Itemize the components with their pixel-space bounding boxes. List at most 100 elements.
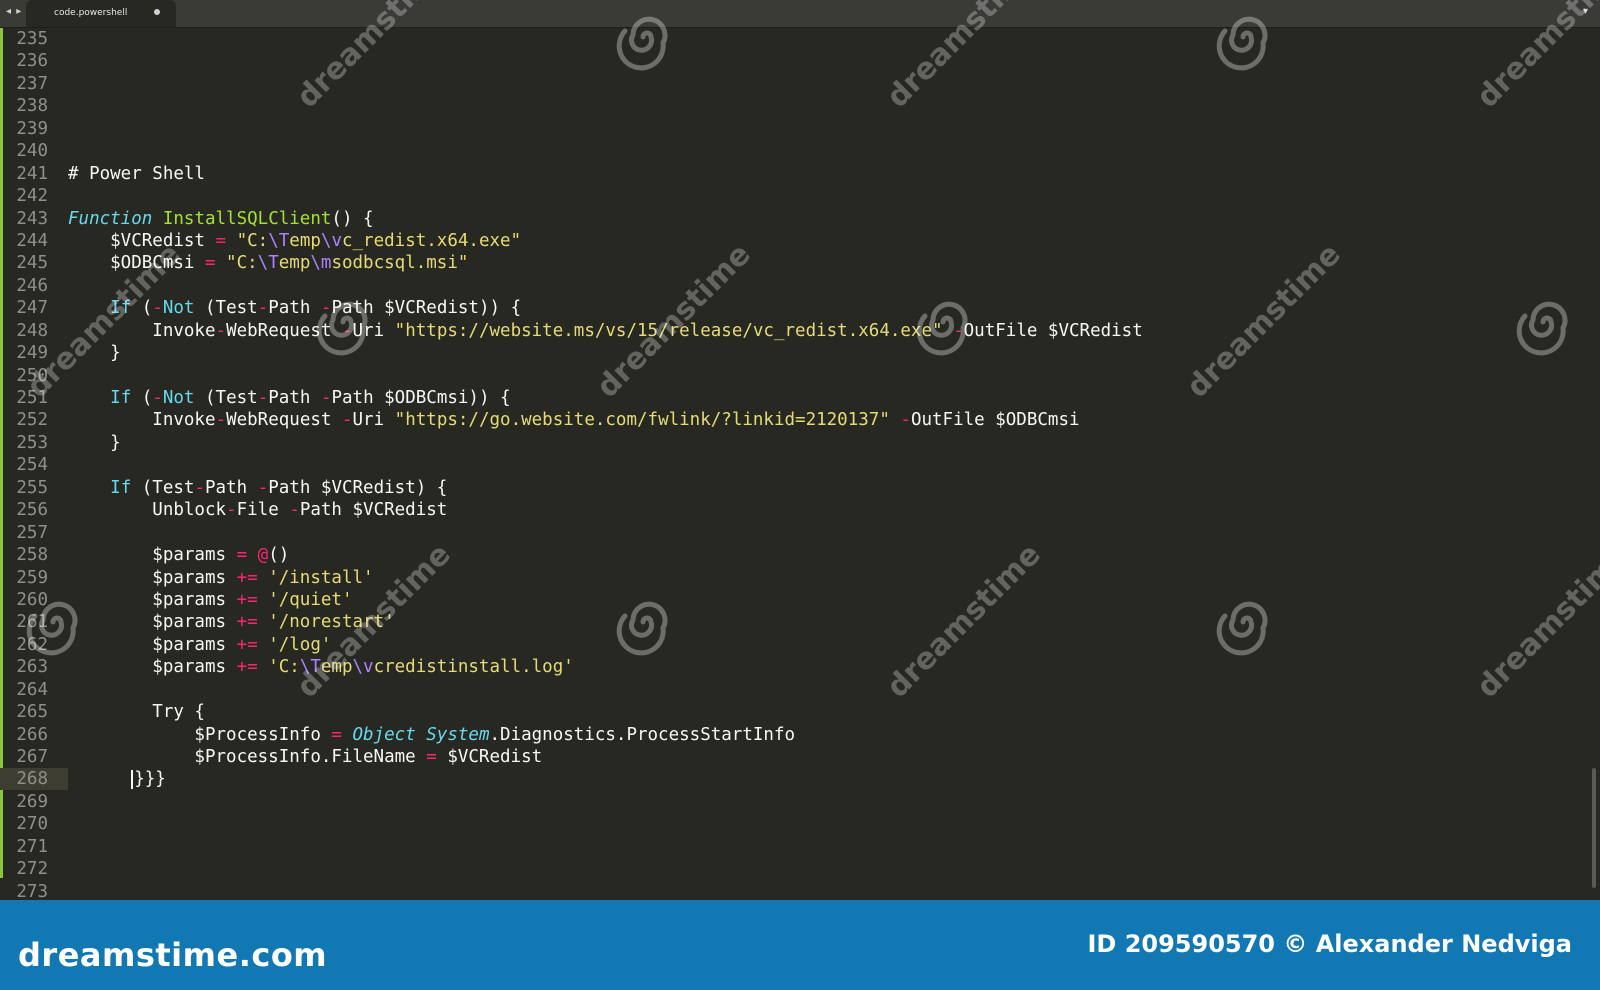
code-token: '/norestart' bbox=[268, 612, 395, 633]
code-line[interactable]: 249 } bbox=[0, 342, 1143, 364]
footer-logo: dreamstime.com bbox=[18, 936, 328, 974]
code-line[interactable]: 243 Function InstallSQLClient() { bbox=[0, 208, 1143, 230]
line-number: 266 bbox=[16, 724, 48, 745]
line-code: Function InstallSQLClient() { bbox=[68, 209, 374, 229]
code-token: $ProcessInfo bbox=[68, 724, 332, 745]
code-line[interactable]: 236 bbox=[0, 50, 1143, 72]
code-line[interactable]: 259 $params += '/install' bbox=[0, 567, 1143, 589]
code-line[interactable]: 256 Unblock-File -Path $VCRedist bbox=[0, 499, 1143, 521]
code-line[interactable]: 235 bbox=[0, 28, 1143, 50]
line-code: Invoke-WebRequest -Uri "https://website.… bbox=[68, 320, 1143, 341]
code-line[interactable]: 269 bbox=[0, 791, 1143, 813]
code-line[interactable]: 238 bbox=[0, 95, 1143, 117]
code-token: $VCRedist bbox=[68, 230, 216, 251]
code-token: += bbox=[236, 657, 258, 678]
code-token: "C: bbox=[215, 253, 258, 274]
code-line[interactable]: 273 bbox=[0, 881, 1143, 900]
code-line[interactable]: 267 $ProcessInfo.FileName = $VCRedist bbox=[0, 746, 1143, 768]
code-token: Path bbox=[268, 298, 321, 319]
code-line[interactable]: 250 bbox=[0, 365, 1143, 387]
code-line[interactable]: 239 bbox=[0, 118, 1143, 140]
code-token: - bbox=[152, 388, 163, 408]
line-number: 235 bbox=[16, 29, 48, 49]
line-code: $params += '/log' bbox=[68, 635, 331, 655]
code-line[interactable]: 242 bbox=[0, 185, 1143, 207]
scrollbar[interactable] bbox=[1592, 768, 1596, 888]
code-token: OutFile $ODBCmsi bbox=[910, 410, 1080, 431]
line-code: $ODBCmsi = "C:\Temp\msodbcsql.msi" bbox=[68, 253, 468, 273]
code-token: System bbox=[426, 724, 490, 745]
line-number: 260 bbox=[16, 589, 48, 610]
tab-dropdown-icon[interactable]: ▾ bbox=[1583, 6, 1588, 17]
tab-code-powershell[interactable]: code.powershell bbox=[26, 0, 176, 27]
code-token: '/quiet' bbox=[268, 589, 353, 610]
code-token: - bbox=[257, 388, 269, 408]
code-line[interactable]: 272 bbox=[0, 858, 1143, 880]
code-token: .Diagnostics.ProcessStartInfo bbox=[489, 724, 796, 745]
code-line[interactable]: 270 bbox=[0, 813, 1143, 835]
code-line[interactable]: 262 $params += '/log' bbox=[0, 634, 1143, 656]
code-token: WebRequest bbox=[226, 320, 342, 341]
code-line[interactable]: 266 $ProcessInfo = Object System.Diagnos… bbox=[0, 724, 1143, 746]
code-line[interactable]: 252 Invoke-WebRequest -Uri "https://go.w… bbox=[0, 409, 1143, 431]
code-line[interactable]: 260 $params += '/quiet' bbox=[0, 589, 1143, 611]
code-line[interactable]: 257 bbox=[0, 522, 1143, 544]
line-number: 244 bbox=[16, 230, 48, 251]
code-line[interactable]: 263 $params += 'C:\Temp\vcredistinstall.… bbox=[0, 656, 1143, 678]
code-line[interactable]: 246 bbox=[0, 275, 1143, 297]
code-token: credistinstall.log' bbox=[373, 657, 574, 678]
code-token: Object bbox=[352, 724, 416, 745]
line-number: 241 bbox=[16, 163, 48, 184]
code-token: $params bbox=[68, 567, 237, 588]
code-token: - bbox=[320, 298, 332, 319]
code-line[interactable]: 248 Invoke-WebRequest -Uri "https://webs… bbox=[0, 320, 1143, 342]
code-token: Invoke bbox=[68, 410, 216, 431]
code-token: += bbox=[236, 589, 258, 610]
code-token: (Test bbox=[131, 477, 195, 498]
code-line[interactable]: 244 $VCRedist = "C:\Temp\vc_redist.x64.e… bbox=[0, 230, 1143, 252]
code-token: \T bbox=[257, 253, 279, 274]
code-line[interactable]: 255 If (Test-Path -Path $VCRedist) { bbox=[0, 477, 1143, 499]
line-number: 249 bbox=[16, 343, 48, 364]
code-token: $params bbox=[68, 545, 237, 566]
code-token: - bbox=[215, 410, 227, 431]
line-number: 269 bbox=[16, 791, 48, 812]
code-token: Not bbox=[162, 298, 195, 319]
tab-bar: ◂ ▸ code.powershell ▾ bbox=[0, 0, 1600, 28]
line-code: Invoke-WebRequest -Uri "https://go.websi… bbox=[68, 410, 1080, 431]
code-line[interactable]: 268 }}} bbox=[0, 768, 1143, 791]
code-line[interactable]: 245 $ODBCmsi = "C:\Temp\msodbcsql.msi" bbox=[0, 252, 1143, 274]
line-number: 273 bbox=[16, 881, 48, 900]
code-line[interactable]: 264 bbox=[0, 679, 1143, 701]
code-token: OutFile $VCRedist bbox=[963, 320, 1143, 341]
code-lines[interactable]: 235 236 237 238 239 240 241 # Power Shell 242 243… bbox=[0, 28, 1143, 900]
code-line[interactable]: 241 # Power Shell bbox=[0, 163, 1143, 185]
code-line[interactable]: 254 bbox=[0, 454, 1143, 476]
code-line[interactable]: 253 } bbox=[0, 432, 1143, 454]
code-line[interactable]: 258 $params = @() bbox=[0, 544, 1143, 566]
line-number: 263 bbox=[16, 657, 48, 678]
code-line[interactable]: 265 Try { bbox=[0, 701, 1143, 723]
line-number: 257 bbox=[16, 522, 48, 543]
code-line[interactable]: 261 $params += '/norestart' bbox=[0, 611, 1143, 633]
code-token: () { bbox=[331, 208, 374, 229]
tab-nav-arrows-icon[interactable]: ◂ ▸ bbox=[6, 6, 22, 17]
code-line[interactable]: 251 If (-Not (Test-Path -Path $ODBCmsi))… bbox=[0, 387, 1143, 409]
line-number: 237 bbox=[16, 73, 48, 94]
code-line[interactable]: 271 bbox=[0, 836, 1143, 858]
code-token: # Power Shell bbox=[68, 163, 205, 184]
code-token: $params bbox=[68, 634, 237, 655]
code-editor[interactable]: 235 236 237 238 239 240 241 # Power Shell 242 243… bbox=[0, 28, 1600, 900]
line-number: 248 bbox=[16, 320, 48, 341]
code-line[interactable]: 237 bbox=[0, 73, 1143, 95]
code-line[interactable]: 247 If (-Not (Test-Path -Path $VCRedist)… bbox=[0, 297, 1143, 319]
code-token: - bbox=[257, 477, 269, 498]
unsaved-dot-icon[interactable] bbox=[154, 9, 160, 15]
code-line[interactable]: 240 bbox=[0, 140, 1143, 162]
code-token: Path $VCRedist) { bbox=[268, 477, 448, 498]
